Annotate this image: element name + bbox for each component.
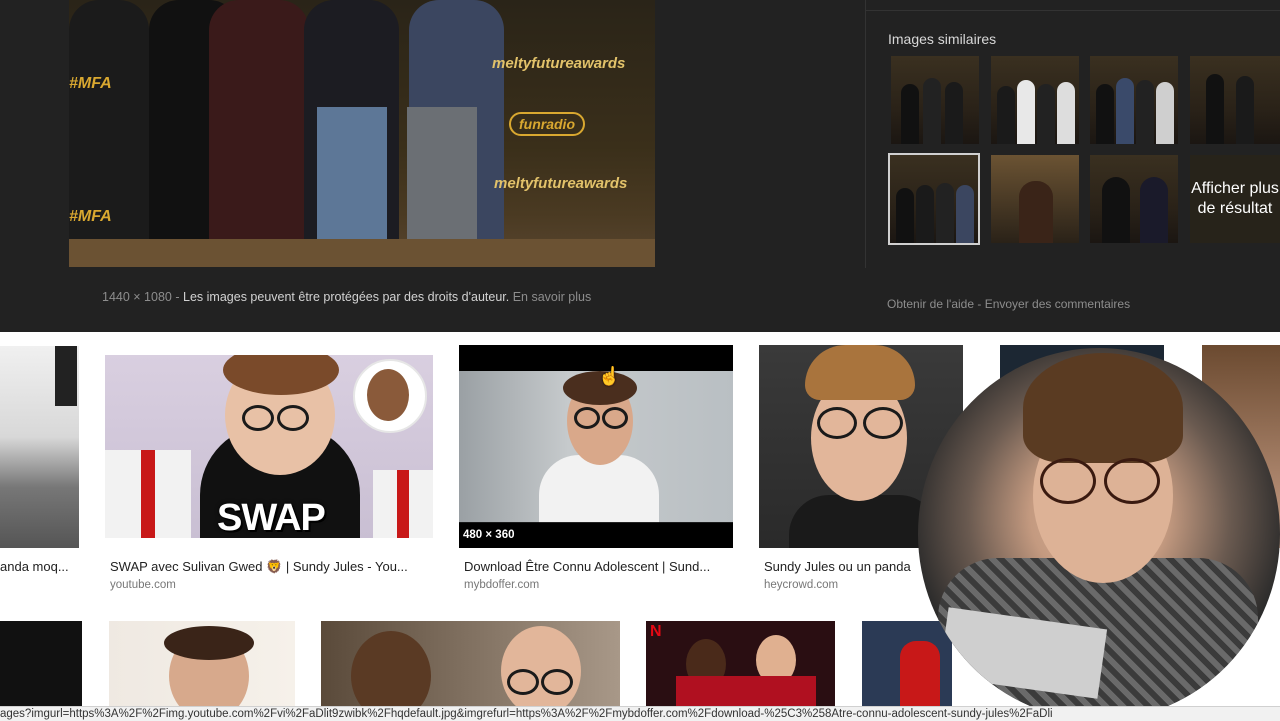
- result-title[interactable]: SWAP avec Sulivan Gwed 🦁 | Sundy Jules -…: [110, 559, 440, 575]
- backdrop-text: #MFA: [69, 208, 112, 225]
- similar-thumbnail[interactable]: [1090, 56, 1178, 144]
- result-title[interactable]: anda moq...: [0, 559, 79, 574]
- netflix-logo-icon: N: [650, 623, 662, 640]
- result-thumbnail[interactable]: [0, 346, 79, 548]
- similar-images-title: Images similaires: [888, 31, 997, 47]
- result-thumbnail[interactable]: SWAP: [105, 355, 433, 538]
- copyright-notice: Les images peuvent être protégées par de…: [183, 290, 510, 304]
- backdrop-text: meltyfutureawards: [492, 55, 626, 72]
- result-thumbnail[interactable]: 480 × 360: [459, 345, 733, 548]
- similar-thumbnail[interactable]: [991, 56, 1079, 144]
- result-thumbnail[interactable]: [109, 621, 295, 706]
- similar-thumbnail[interactable]: [991, 155, 1079, 243]
- webcam-overlay: [918, 348, 1280, 720]
- backdrop-text: funradio: [509, 112, 585, 136]
- result-domain[interactable]: youtube.com: [110, 579, 176, 591]
- result-title[interactable]: Download Être Connu Adolescent | Sund...: [464, 559, 734, 574]
- image-meta: 1440 × 1080 - Les images peuvent être pr…: [102, 290, 592, 304]
- result-thumbnail[interactable]: [0, 621, 82, 706]
- feedback-link[interactable]: Envoyer des commentaires: [985, 297, 1130, 311]
- help-link[interactable]: Obtenir de l'aide: [887, 297, 974, 311]
- thumbnail-overlay-text: SWAP: [217, 497, 326, 538]
- result-domain[interactable]: mybdoffer.com: [464, 579, 539, 591]
- backdrop-text: meltyfutureawards: [494, 175, 628, 192]
- status-bar-url: ages?imgurl=https%3A%2F%2Fimg.youtube.co…: [0, 706, 1280, 721]
- similar-thumbnail[interactable]: [1090, 155, 1178, 243]
- hand-cursor-icon: ☝: [598, 366, 621, 386]
- similar-thumbnail[interactable]: [1190, 56, 1280, 144]
- backdrop-text: #MFA: [69, 75, 112, 92]
- panel-divider: [866, 10, 1280, 11]
- panel-footer: Obtenir de l'aide - Envoyer des commenta…: [887, 297, 1131, 311]
- preview-image[interactable]: #MFA #MFA meltyfutureawards meltyfuturea…: [69, 0, 655, 267]
- learn-more-link[interactable]: En savoir plus: [513, 290, 592, 304]
- similar-thumbnail-selected[interactable]: [888, 153, 980, 245]
- show-more-results-button[interactable]: Afficher plus de résultat: [1190, 155, 1280, 243]
- image-size-badge: 480 × 360: [459, 522, 733, 548]
- similar-thumbnail[interactable]: [891, 56, 979, 144]
- image-dimensions: 1440 × 1080: [102, 290, 172, 304]
- result-thumbnail[interactable]: N: [646, 621, 835, 706]
- image-preview-panel: #MFA #MFA meltyfutureawards meltyfuturea…: [0, 0, 1280, 332]
- result-thumbnail[interactable]: [321, 621, 620, 706]
- result-domain[interactable]: heycrowd.com: [764, 579, 838, 591]
- panel-divider: [865, 0, 866, 268]
